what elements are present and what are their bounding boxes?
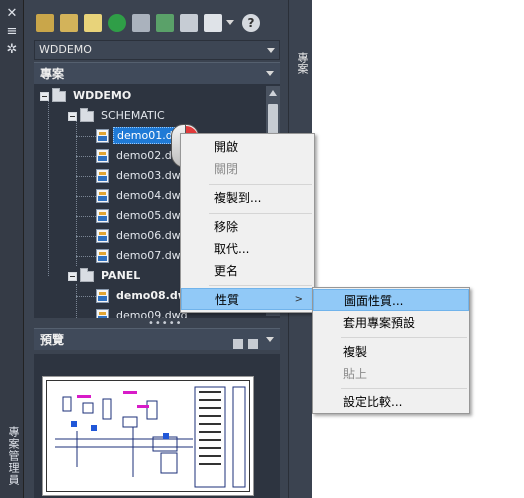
drawing-preview-image xyxy=(42,376,254,496)
drawing-file-icon xyxy=(96,309,109,318)
collapse-icon[interactable] xyxy=(68,271,77,281)
project-selector[interactable]: WDDEMO xyxy=(34,40,280,60)
refresh-icon[interactable] xyxy=(108,14,126,32)
tree-root-project[interactable]: WDDEMO xyxy=(40,86,134,106)
drawing-file-icon xyxy=(96,149,109,163)
preview-section-title: 預覽 xyxy=(40,333,65,347)
menu-item-properties-label: 性質 xyxy=(215,293,240,307)
project-folder-icon xyxy=(52,87,66,102)
drawing-file-icon xyxy=(96,289,109,303)
menu-item-copy-to[interactable]: 複製到... xyxy=(181,187,314,209)
tree-item-drawing[interactable]: demo03.dwg xyxy=(96,166,191,186)
help-icon[interactable]: ? xyxy=(242,14,260,32)
dropdown-arrow-icon[interactable] xyxy=(226,20,234,25)
open-project-icon[interactable] xyxy=(36,14,54,32)
collapse-icon[interactable] xyxy=(40,91,49,101)
properties-submenu: 圖面性質... 套用專案預設 複製 貼上 設定比較... xyxy=(312,287,470,414)
chevron-down-icon[interactable] xyxy=(266,337,274,342)
menu-item-properties[interactable]: 性質 > xyxy=(181,288,314,310)
chevron-down-icon[interactable] xyxy=(267,48,275,53)
new-project-icon[interactable] xyxy=(60,14,78,32)
drawing-file-icon xyxy=(96,229,109,243)
toolbar: ? xyxy=(24,0,288,40)
project-selector-value: WDDEMO xyxy=(39,43,92,56)
chevron-right-icon: > xyxy=(294,294,303,305)
tree-item-drawing[interactable]: demo06.dwg xyxy=(96,226,191,246)
submenu-item-copy[interactable]: 複製 xyxy=(313,341,469,363)
menu-item-rename[interactable]: 更名 xyxy=(181,260,314,282)
submenu-item-paste: 貼上 xyxy=(343,367,368,381)
preview-section-header[interactable]: 預覽 xyxy=(34,328,280,350)
drawing-file-icon xyxy=(96,169,109,183)
context-menu: 開啟 關閉 複製到... 移除 取代... 更名 性質 > xyxy=(180,133,315,313)
thumbnail-view-icon[interactable] xyxy=(248,339,258,349)
palette-title-strip: ✕ ≡ ✲ 專案管理員 xyxy=(0,0,24,498)
preview-area xyxy=(34,354,280,498)
folder-icon xyxy=(80,267,94,282)
drawing-file-icon xyxy=(96,209,109,223)
tree-item-drawing[interactable]: demo05.dwg xyxy=(96,206,191,226)
chevron-down-icon[interactable] xyxy=(266,71,274,76)
projects-section-title: 專案 xyxy=(40,67,65,81)
tree-item-drawing[interactable]: demo07.dwg xyxy=(96,246,191,266)
project-manager-icon[interactable] xyxy=(156,14,174,32)
drawing-file-icon xyxy=(96,189,109,203)
tree-item-drawing[interactable]: demo04.dwg xyxy=(96,186,191,206)
tree-folder-schematic[interactable]: SCHEMATIC xyxy=(68,106,168,126)
submenu-item-settings-compare[interactable]: 設定比較... xyxy=(313,391,469,413)
close-icon[interactable]: ✕ xyxy=(4,6,20,22)
submenu-item-drawing-properties[interactable]: 圖面性質... xyxy=(313,289,469,311)
projects-tab-label: 專案 xyxy=(296,52,309,74)
properties-gear-icon[interactable]: ✲ xyxy=(4,42,20,58)
scroll-up-icon[interactable] xyxy=(269,90,277,96)
tree-item-drawing[interactable]: demo09.dwg xyxy=(96,306,191,318)
folder-icon xyxy=(80,107,94,122)
drawing-properties-icon[interactable] xyxy=(180,14,198,32)
drawing-file-icon xyxy=(96,249,109,263)
palette-title: 專案管理員 xyxy=(7,426,20,486)
menu-item-open[interactable]: 開啟 xyxy=(181,136,314,158)
submenu-item-apply-project-defaults[interactable]: 套用專案預設 xyxy=(313,312,469,334)
menu-item-remove[interactable]: 移除 xyxy=(181,216,314,238)
drawing-file-icon xyxy=(96,129,109,143)
auto-hide-icon[interactable]: ≡ xyxy=(4,24,20,40)
collapse-icon[interactable] xyxy=(68,111,77,121)
publish-icon[interactable] xyxy=(132,14,150,32)
menu-item-replace[interactable]: 取代... xyxy=(181,238,314,260)
tree-folder-panel[interactable]: PANEL xyxy=(68,266,143,286)
plot-icon[interactable] xyxy=(204,14,222,32)
new-drawing-icon[interactable] xyxy=(84,14,102,32)
menu-item-close: 關閉 xyxy=(214,162,239,176)
details-view-icon[interactable] xyxy=(233,339,243,349)
projects-section-header[interactable]: 專案 xyxy=(34,62,280,84)
